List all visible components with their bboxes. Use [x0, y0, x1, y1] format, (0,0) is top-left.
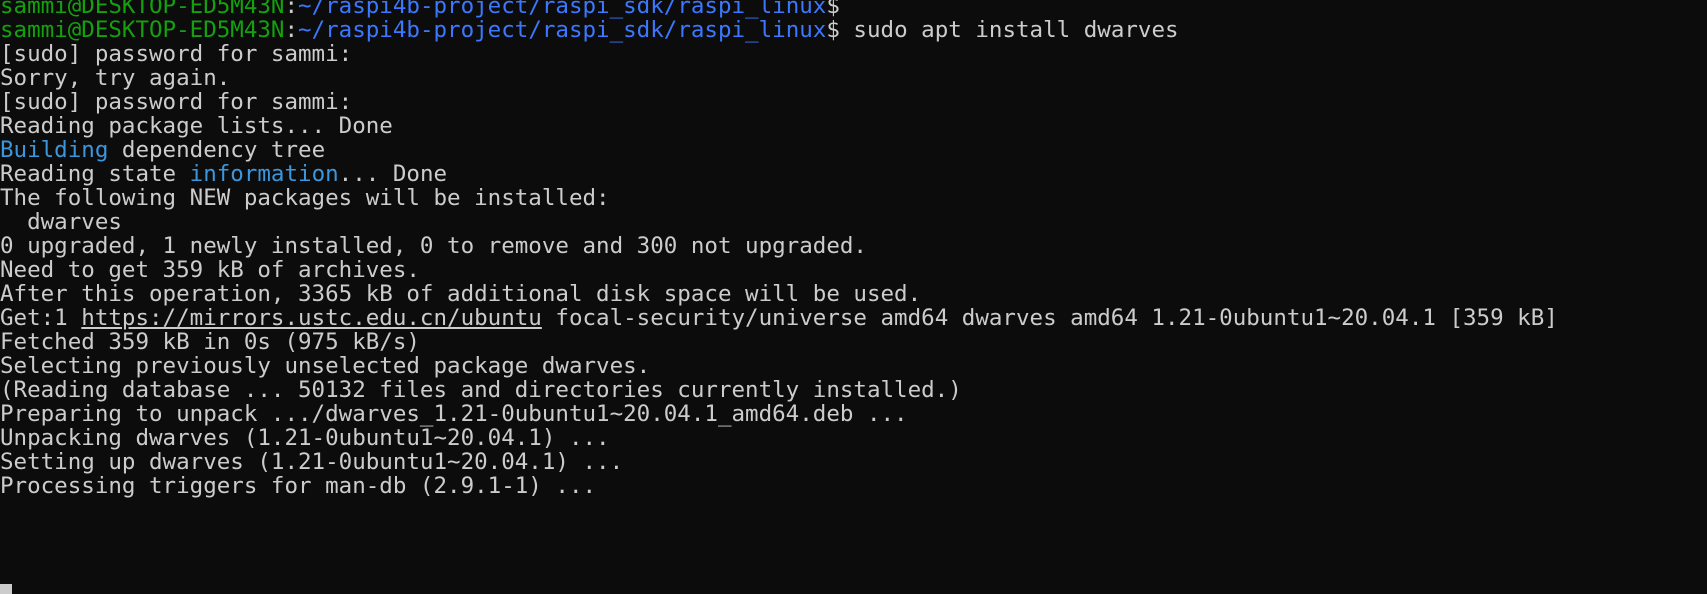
prompt-path: ~/raspi4b-project/raspi_sdk/raspi_linux [298, 17, 827, 43]
command-text: sudo apt install dwarves [839, 17, 1179, 43]
terminal-cursor [0, 584, 12, 594]
terminal-window[interactable]: sammi@DESKTOP-ED5M43N:~/raspi4b-project/… [0, 0, 1707, 594]
prompt-dollar: $ [826, 17, 840, 43]
output-text: focal-security/universe amd64 dwarves am… [541, 305, 1558, 331]
output-line: Processing triggers for man-db (2.9.1-1)… [0, 473, 597, 499]
